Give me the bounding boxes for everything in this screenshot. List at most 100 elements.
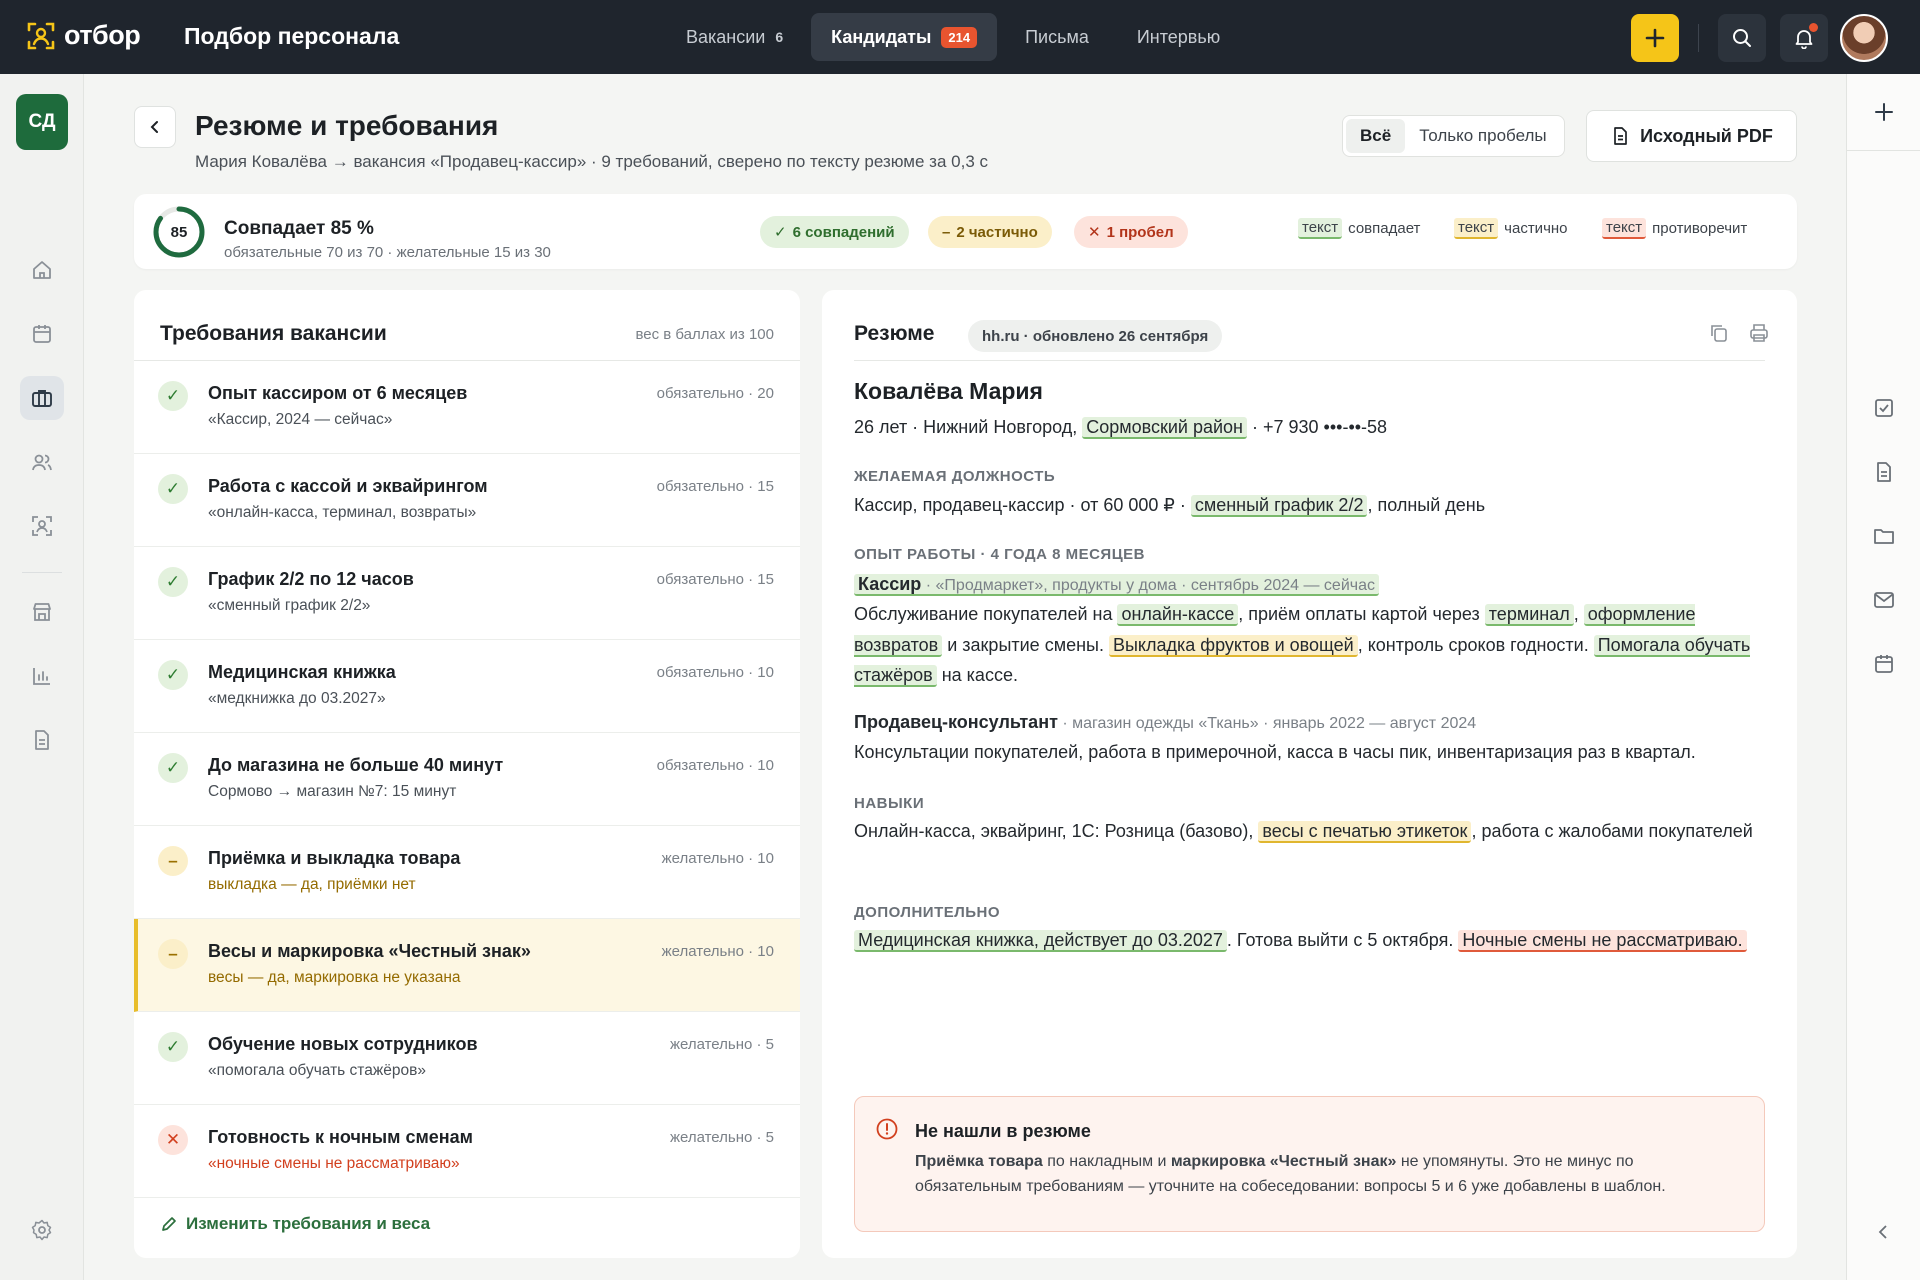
chip-partial[interactable]: – 2 частично — [928, 216, 1052, 248]
chip-matches[interactable]: ✓ 6 совпадений — [760, 216, 909, 248]
nav-letters[interactable]: Письма — [1005, 13, 1109, 61]
nav-vacancies[interactable]: Вакансии 6 — [666, 13, 803, 61]
check-icon: ✓ — [158, 567, 188, 597]
nav-interviews[interactable]: Интервью — [1117, 13, 1240, 61]
requirement-title: Обучение новых сотрудников — [208, 1034, 478, 1054]
check-icon: ✓ — [158, 753, 188, 783]
print-button[interactable] — [1748, 322, 1770, 349]
requirement-row[interactable]: ✓ Обучение новых сотрудников «помогала обу… — [134, 1012, 800, 1105]
rail-right-files[interactable] — [1862, 514, 1906, 558]
nav-candidates[interactable]: Кандидаты 214 — [811, 13, 998, 61]
alert-bold: маркировка «Честный знак» — [1170, 1153, 1397, 1170]
calendar-icon — [1875, 655, 1893, 673]
rail-analytics[interactable] — [20, 654, 64, 698]
text: , приём оплаты картой через — [1238, 604, 1485, 624]
source-pdf-button[interactable]: Исходный PDF — [1586, 110, 1797, 162]
minus-icon: – — [158, 846, 188, 876]
requirement-evidence: Сормово → магазин №7: 15 минут — [208, 783, 457, 800]
nav-letters-label: Письма — [1025, 26, 1089, 47]
requirement-evidence: «медкнижка до 03.2027» — [208, 690, 386, 707]
highlight-match[interactable]: сменный график 2/2 — [1190, 495, 1368, 517]
position-text: Кассир, продавец-кассир · от 60 000 ₽ · … — [854, 490, 1765, 521]
rail-candidates-scan[interactable] — [20, 504, 64, 548]
right-rail — [1846, 74, 1920, 1280]
avatar[interactable] — [1840, 14, 1888, 62]
search-button[interactable] — [1718, 14, 1766, 62]
nav-candidates-badge: 214 — [941, 26, 978, 48]
rail-stores[interactable] — [20, 590, 64, 634]
section-experience: ОПЫТ РАБОТЫ · 4 ГОДА 8 МЕСЯЦЕВ — [854, 546, 1145, 563]
requirement-title: Готовность к ночным сменам — [208, 1127, 473, 1147]
skills-text: Онлайн-касса, эквайринг, 1С: Розница (ба… — [854, 816, 1765, 847]
requirement-row[interactable]: ✕ Готовность к ночным сменам «ночные смены… — [134, 1105, 800, 1198]
highlight-match[interactable]: Кассир · «Продмаркет», продукты у дома ·… — [854, 574, 1379, 596]
requirement-row[interactable]: ✓ До магазина не больше 40 минут Сормово →… — [134, 733, 800, 826]
nav-vacancies-label: Вакансии — [686, 26, 766, 47]
rail-right-notes[interactable] — [1862, 450, 1906, 494]
search-icon — [1733, 29, 1751, 47]
text: и закрытие смены. — [942, 634, 1109, 655]
nav-interviews-label: Интервью — [1136, 26, 1221, 47]
highlight-match[interactable]: Сормовский район — [1082, 417, 1247, 439]
rail-calendar[interactable] — [20, 312, 64, 356]
resume-panel: Резюме hh.ru · обновлено 26 сентября Ков… — [822, 290, 1797, 1258]
store-icon — [33, 603, 51, 621]
source-pdf-label: Исходный PDF — [1640, 125, 1773, 146]
filter-all[interactable]: Всё — [1346, 119, 1406, 153]
rail-right-mail[interactable] — [1862, 578, 1906, 622]
rail-right-add[interactable] — [1862, 90, 1906, 134]
highlight-partial[interactable]: весы с печатью этикеток — [1258, 821, 1472, 843]
rail-settings[interactable] — [20, 1208, 64, 1252]
job-2-description: Консультации покупателей, работа в приме… — [854, 742, 1696, 762]
rail-right-collapse[interactable] — [1862, 1210, 1906, 1254]
highlight-conflict[interactable]: Ночные смены не рассматриваю. — [1458, 930, 1747, 952]
printer-icon — [1750, 324, 1768, 342]
cross-icon: ✕ — [1088, 224, 1101, 241]
highlight-match[interactable]: терминал — [1484, 604, 1574, 626]
legend-ok-swatch: текст — [1298, 218, 1343, 239]
workspace-badge[interactable]: СД — [16, 94, 68, 150]
requirement-weight: обязательно · 15 — [656, 571, 774, 588]
highlight-match[interactable]: онлайн-кассе — [1117, 604, 1239, 626]
filter-toggle: Всё Только пробелы — [1342, 115, 1565, 157]
copy-button[interactable] — [1708, 322, 1730, 349]
rail-people[interactable] — [20, 440, 64, 484]
edit-requirements-link[interactable]: Изменить требования и веса — [160, 1214, 430, 1234]
rail-home[interactable] — [20, 248, 64, 292]
notifications-button[interactable] — [1780, 14, 1828, 62]
requirement-row[interactable]: – Весы и маркировка «Честный знак» весы — … — [134, 919, 800, 1012]
page-subtitle: Мария Ковалёва → вакансия «Продавец-касс… — [195, 152, 988, 171]
alert-text: по накладным и — [1042, 1153, 1171, 1170]
briefcase-icon — [32, 390, 52, 407]
requirement-row[interactable]: ✓ Медицинская книжка «медкнижка до 03.2027… — [134, 640, 800, 733]
back-button[interactable] — [134, 106, 176, 148]
file-icon — [1614, 127, 1627, 145]
not-found-alert: Не нашли в резюме Приёмка товара по накл… — [854, 1096, 1765, 1232]
requirement-row[interactable]: ✓ График 2/2 по 12 часов «сменный график 2… — [134, 547, 800, 640]
check-icon: ✓ — [158, 660, 188, 690]
rail-documents[interactable] — [20, 718, 64, 762]
requirement-weight: обязательно · 20 — [656, 385, 774, 402]
job-1-header: Кассир · «Продмаркет», продукты у дома ·… — [854, 569, 1765, 602]
rail-vacancies[interactable] — [20, 376, 64, 420]
requirement-row[interactable]: ✓ Опыт кассиром от 6 месяцев «Кассир, 2024… — [134, 361, 800, 454]
highlight-match[interactable]: Медицинская книжка, действует до 03.2027 — [854, 930, 1227, 952]
nav-vacancies-count: 6 — [775, 29, 784, 45]
highlight-partial[interactable]: Выкладка фруктов и овощей — [1108, 634, 1358, 657]
requirement-evidence: выкладка — да, приёмки нет — [208, 876, 416, 893]
rail-right-calendar[interactable] — [1862, 642, 1906, 686]
requirement-row[interactable]: – Приёмка и выкладка товара выкладка — да,… — [134, 826, 800, 919]
brand[interactable]: отбор — [26, 20, 141, 51]
brand-name: отбор — [64, 20, 141, 50]
requirement-row[interactable]: ✓ Работа с кассой и эквайрингом «онлайн-ка… — [134, 454, 800, 547]
check-icon: ✓ — [774, 224, 787, 241]
toolbar-divider — [1698, 24, 1699, 52]
requirements-panel: Требования вакансии вес в баллах из 100 … — [134, 290, 800, 1258]
rail-right-tasks[interactable] — [1862, 386, 1906, 430]
cross-icon: ✕ — [158, 1125, 188, 1155]
add-button[interactable] — [1631, 14, 1679, 62]
chevron-left-icon — [1878, 1225, 1887, 1239]
chip-gaps[interactable]: ✕ 1 пробел — [1074, 216, 1188, 248]
filter-gaps-only[interactable]: Только пробелы — [1405, 119, 1560, 153]
requirement-weight: желательно · 5 — [669, 1036, 774, 1053]
